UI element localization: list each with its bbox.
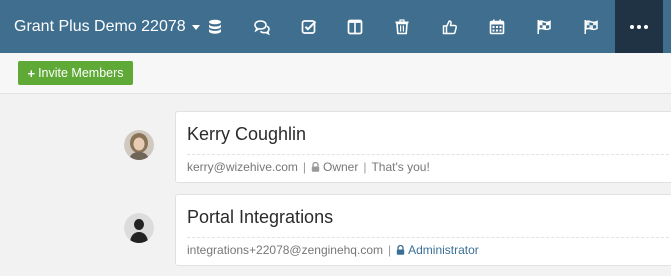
lock-icon [311,162,320,172]
invite-members-label: Invite Members [38,66,124,80]
ellipsis-icon [630,24,634,29]
member-role: Owner [323,160,359,174]
member-note: That's you! [371,160,430,174]
top-navigation-bar: Grant Plus Demo 22078 [0,0,671,53]
member-name: Kerry Coughlin [187,124,307,144]
workspace-switcher[interactable]: Grant Plus Demo 22078 [14,0,200,53]
avatar-photo [124,130,154,160]
discussions-icon[interactable] [247,0,277,53]
member-name: Portal Integrations [187,207,334,227]
member-meta: integrations+22078@zenginehq.com | Admin… [187,243,479,257]
invite-members-button[interactable]: + Invite Members [18,61,133,85]
member-meta: kerry@wizehive.com | Owner | That's you! [187,160,430,174]
calendar-icon[interactable] [482,0,512,53]
ellipsis-dot [644,24,648,29]
divider [187,237,671,238]
member-email: kerry@wizehive.com [187,160,298,174]
ellipsis-dot [637,24,641,29]
separator: | [387,243,392,257]
separator: | [302,160,306,174]
action-bar: + Invite Members [0,53,671,94]
member-email: integrations+22078@zenginehq.com [187,243,383,257]
layout-icon[interactable] [340,0,370,53]
plus-icon: + [27,65,36,81]
data-icon[interactable] [200,0,230,53]
thumbs-up-icon[interactable] [435,0,465,53]
trash-icon[interactable] [387,0,417,53]
member-role[interactable]: Administrator [408,243,479,257]
member-card[interactable]: Portal Integrations integrations+22078@z… [175,194,671,266]
workspace-title: Grant Plus Demo 22078 [14,17,186,35]
avatar-default-user-icon [124,213,154,243]
caret-down-icon [191,25,200,30]
tasks-icon[interactable] [294,0,324,53]
separator: | [363,160,367,174]
flag-alt-icon[interactable] [576,0,606,53]
flag-icon[interactable] [529,0,559,53]
lock-icon [396,245,405,255]
member-card[interactable]: Kerry Coughlin kerry@wizehive.com | Owne… [175,111,671,183]
divider [187,154,671,155]
more-options-button[interactable] [615,0,663,53]
